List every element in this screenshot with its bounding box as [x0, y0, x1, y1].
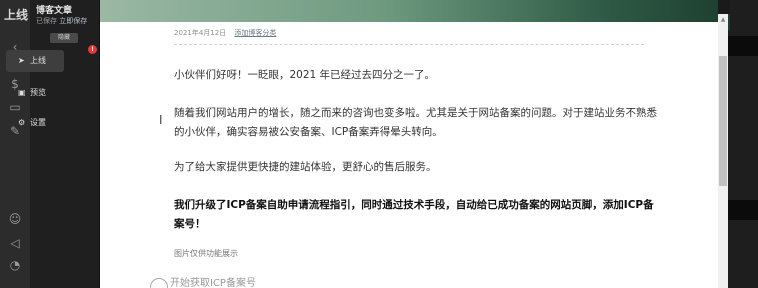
next-heading[interactable]: 开始获取ICP备案号 [170, 274, 256, 288]
preview-icon: ▣ [18, 88, 26, 97]
divider [174, 44, 644, 45]
add-category-link[interactable]: 添加博客分类 [234, 29, 276, 37]
hidden-pill[interactable]: 隐藏 [50, 33, 78, 43]
editor-panel: 博客文章 已保存 立即保存 隐藏 [30, 0, 100, 288]
background-right-block [728, 200, 758, 220]
scrollbar-thumb[interactable] [719, 56, 727, 186]
background-right-block [728, 36, 758, 56]
publish-button[interactable]: ➤ 上线 [6, 50, 64, 72]
send-icon: ➤ [18, 56, 25, 65]
preview-button[interactable]: ▣ 预览 [6, 82, 92, 104]
header-corner [718, 0, 730, 14]
users-icon: ☺ [8, 212, 22, 226]
image-caption: 图片仅供功能展示 [174, 249, 238, 258]
paragraph-2-text: 随着我们网站用户的增长，随之而来的咨询也变多啦。尤其是关于网站备案的问题。对于建… [174, 107, 657, 138]
article-meta: 2021年4月12日 添加博客分类 [174, 28, 276, 38]
paragraph-4[interactable]: 我们升级了ICP备案自助申请流程指引，同时通过技术手段，自动给已成功备案的网站页… [174, 196, 664, 234]
save-status-text: 已保存 [36, 17, 57, 25]
megaphone-icon: ◁ [10, 236, 20, 250]
publish-label: 上线 [30, 56, 46, 65]
save-now-link[interactable]: 立即保存 [59, 17, 87, 25]
background-title: 上线 [4, 8, 29, 22]
panel-title: 博客文章 [36, 6, 73, 16]
article-document[interactable]: 2021年4月12日 添加博客分类 小伙伴们好呀！一眨眼，2021 年已经过去四… [100, 22, 718, 288]
preview-label: 预览 [30, 88, 46, 97]
settings-label: 设置 [30, 118, 46, 127]
paragraph-1[interactable]: 小伙伴们好呀！一眨眼，2021 年已经过去四分之一了。 [174, 66, 664, 85]
paragraph-3[interactable]: 为了给大家提供更快捷的建站体验，更舒心的售后服务。 [174, 158, 664, 177]
notification-badge: ! [88, 45, 97, 54]
text-cursor-icon: I [159, 113, 163, 127]
article-date: 2021年4月12日 [174, 29, 227, 37]
settings-button[interactable]: ⚙ 设置 [6, 112, 92, 134]
save-status: 已保存 立即保存 [36, 16, 87, 26]
add-block-circle[interactable] [150, 278, 168, 288]
gear-icon: ⚙ [18, 118, 26, 127]
clock-icon: ◔ [9, 258, 21, 272]
scroll-up-arrow[interactable]: ▲ [719, 16, 727, 24]
paragraph-2[interactable]: 随着我们网站用户的增长，随之而来的咨询也变多啦。尤其是关于网站备案的问题。对于建… [174, 104, 664, 142]
